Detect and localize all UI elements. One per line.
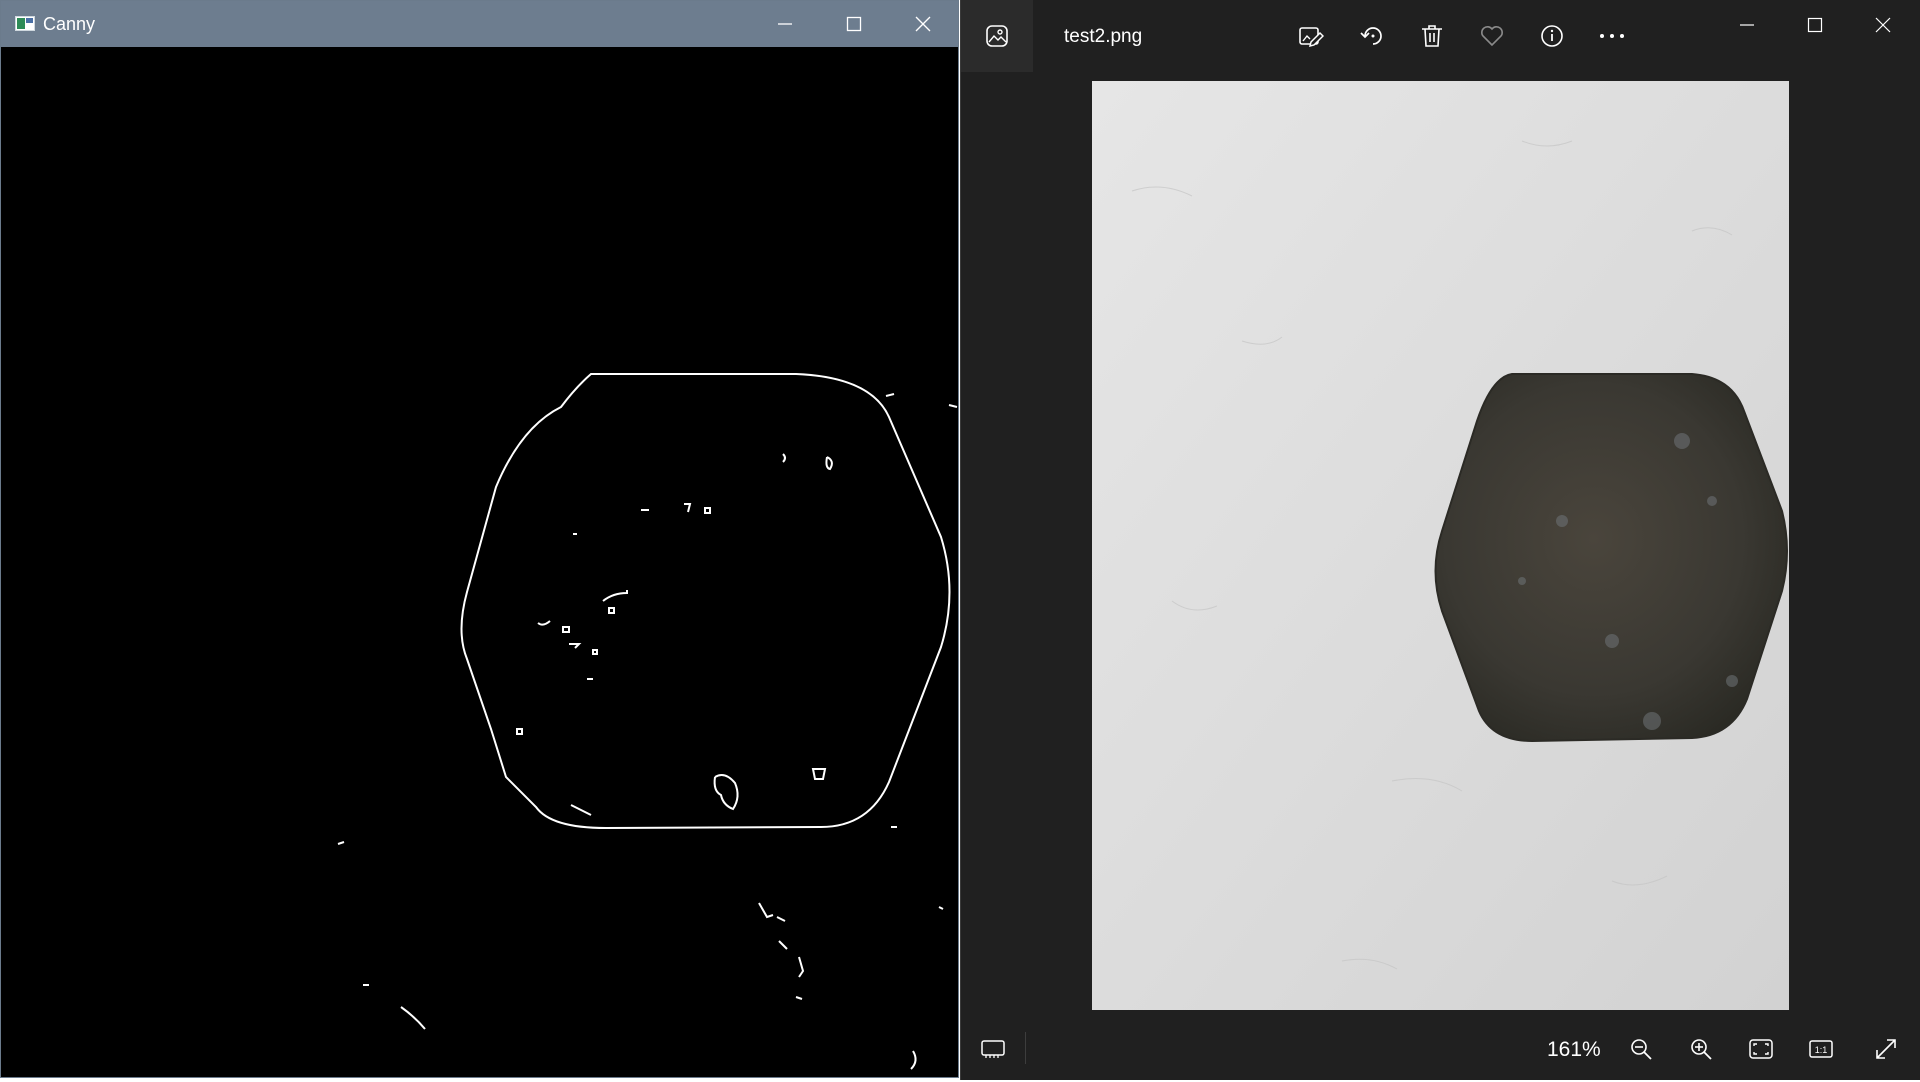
- delete-icon: [1422, 25, 1442, 47]
- canny-window-title: Canny: [43, 14, 96, 34]
- favorite-button[interactable]: [1472, 16, 1512, 56]
- info-icon: [1541, 25, 1563, 47]
- edge-map-image: [337, 373, 958, 1070]
- canny-minimize-button[interactable]: [751, 1, 819, 47]
- actual-size-button[interactable]: 1:1: [1801, 1029, 1841, 1069]
- minimize-icon: [1740, 24, 1754, 26]
- close-icon: [1875, 17, 1891, 33]
- zoom-in-button[interactable]: [1681, 1029, 1721, 1069]
- svg-text:1:1: 1:1: [1815, 1045, 1828, 1055]
- zoom-out-button[interactable]: [1621, 1029, 1661, 1069]
- fullscreen-icon: [1876, 1039, 1896, 1059]
- zoom-out-icon: [1631, 1039, 1652, 1060]
- delete-button[interactable]: [1412, 16, 1452, 56]
- photos-window: test2.png 161% 1:1: [960, 0, 1920, 1080]
- stone-edge-contour: [460, 373, 951, 830]
- filmstrip-button[interactable]: [973, 1029, 1013, 1069]
- edit-button[interactable]: [1291, 16, 1331, 56]
- fullscreen-button[interactable]: [1866, 1029, 1906, 1069]
- rotate-button[interactable]: [1352, 16, 1392, 56]
- canny-maximize-button[interactable]: [820, 1, 888, 47]
- filmstrip-icon: [981, 1040, 1005, 1058]
- bottom-toolbar: 161% 1:1: [961, 1018, 1920, 1080]
- fit-to-window-button[interactable]: [1741, 1029, 1781, 1069]
- canny-window: Canny: [0, 0, 959, 1078]
- more-options-button[interactable]: [1592, 16, 1632, 56]
- app-window-icon: [15, 16, 35, 31]
- actual-size-icon: 1:1: [1809, 1040, 1833, 1058]
- maximize-icon: [1807, 17, 1823, 33]
- gallery-icon: [986, 25, 1008, 47]
- canny-close-button[interactable]: [889, 1, 957, 47]
- zoom-level: 161%: [1547, 1038, 1601, 1061]
- more-icon: [1600, 34, 1624, 38]
- zoom-in-icon: [1691, 1039, 1712, 1060]
- view-collection-button[interactable]: [961, 0, 1033, 72]
- displayed-photo: [1092, 81, 1789, 1010]
- edit-image-icon: [1299, 27, 1324, 48]
- stone-on-wall-image: [1092, 81, 1789, 1010]
- photos-minimize-button[interactable]: [1713, 0, 1781, 50]
- fit-to-window-icon: [1749, 1039, 1773, 1059]
- photos-maximize-button[interactable]: [1781, 0, 1849, 50]
- rotate-icon: [1360, 27, 1382, 45]
- file-name: test2.png: [1064, 26, 1143, 47]
- close-icon: [915, 16, 931, 32]
- minimize-icon: [778, 23, 792, 25]
- favorite-icon: [1481, 26, 1503, 47]
- divider: [1025, 1032, 1026, 1064]
- canny-edge-canvas: [1, 47, 958, 1077]
- canny-title-bar[interactable]: Canny: [1, 1, 958, 47]
- info-button[interactable]: [1532, 16, 1572, 56]
- maximize-icon: [846, 16, 862, 32]
- photos-close-button[interactable]: [1849, 0, 1917, 50]
